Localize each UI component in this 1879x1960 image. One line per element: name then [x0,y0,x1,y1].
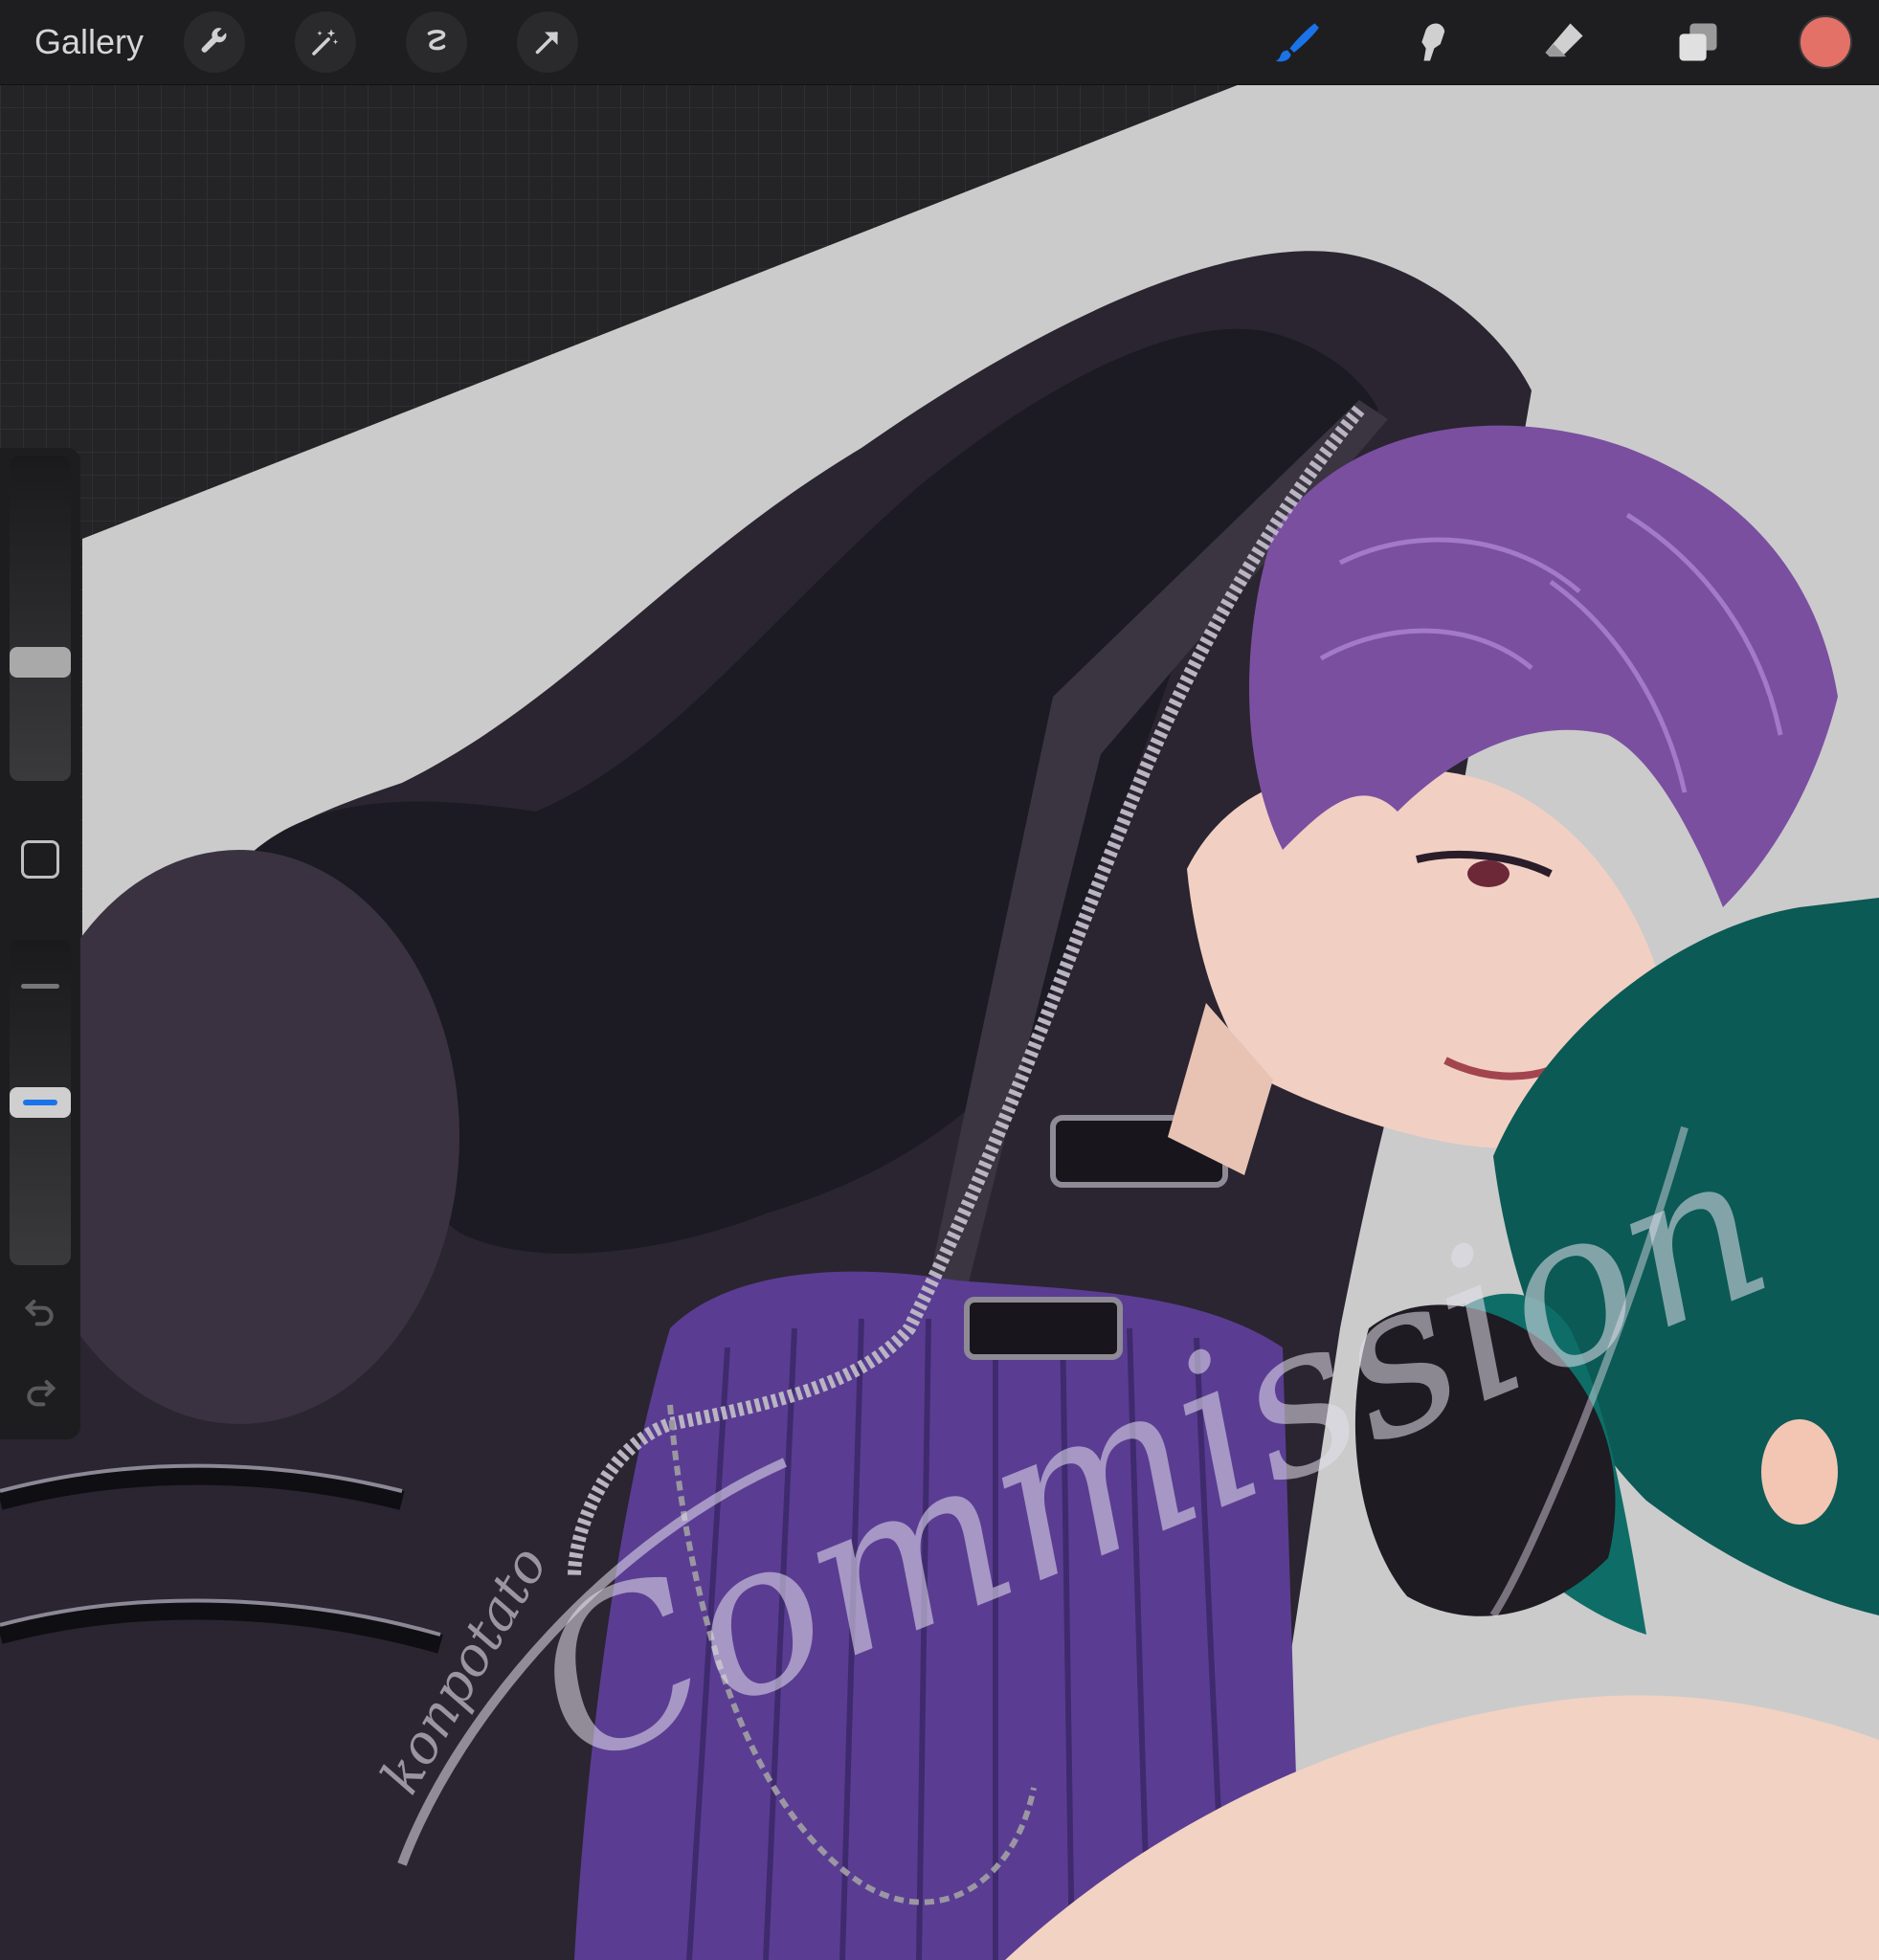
opacity-thumb[interactable] [10,1087,71,1118]
modify-button[interactable] [21,840,59,879]
canvas-area[interactable]: Commission konpotato [0,84,1879,1960]
brush-size-thumb[interactable] [10,647,71,679]
opacity-thumb-indicator [23,1100,57,1105]
opacity-marker [21,984,59,989]
color-swatch[interactable] [1799,15,1852,69]
smudge-icon[interactable] [1401,13,1459,71]
eraser-icon[interactable] [1535,13,1593,71]
brush-icon[interactable] [1267,13,1325,71]
top-toolbar: Gallery [0,0,1879,85]
magic-wand-icon[interactable] [295,11,356,73]
left-sidebar [0,448,80,1439]
selection-icon[interactable] [406,11,467,73]
layers-icon[interactable] [1669,13,1727,71]
artwork-illustration: Commission konpotato [0,84,1879,1960]
wrench-icon[interactable] [184,11,245,73]
brush-size-slider[interactable] [10,456,71,781]
gallery-button[interactable]: Gallery [34,19,144,65]
redo-icon[interactable] [19,1370,61,1413]
undo-icon[interactable] [19,1290,61,1332]
transform-arrow-icon[interactable] [517,11,578,73]
